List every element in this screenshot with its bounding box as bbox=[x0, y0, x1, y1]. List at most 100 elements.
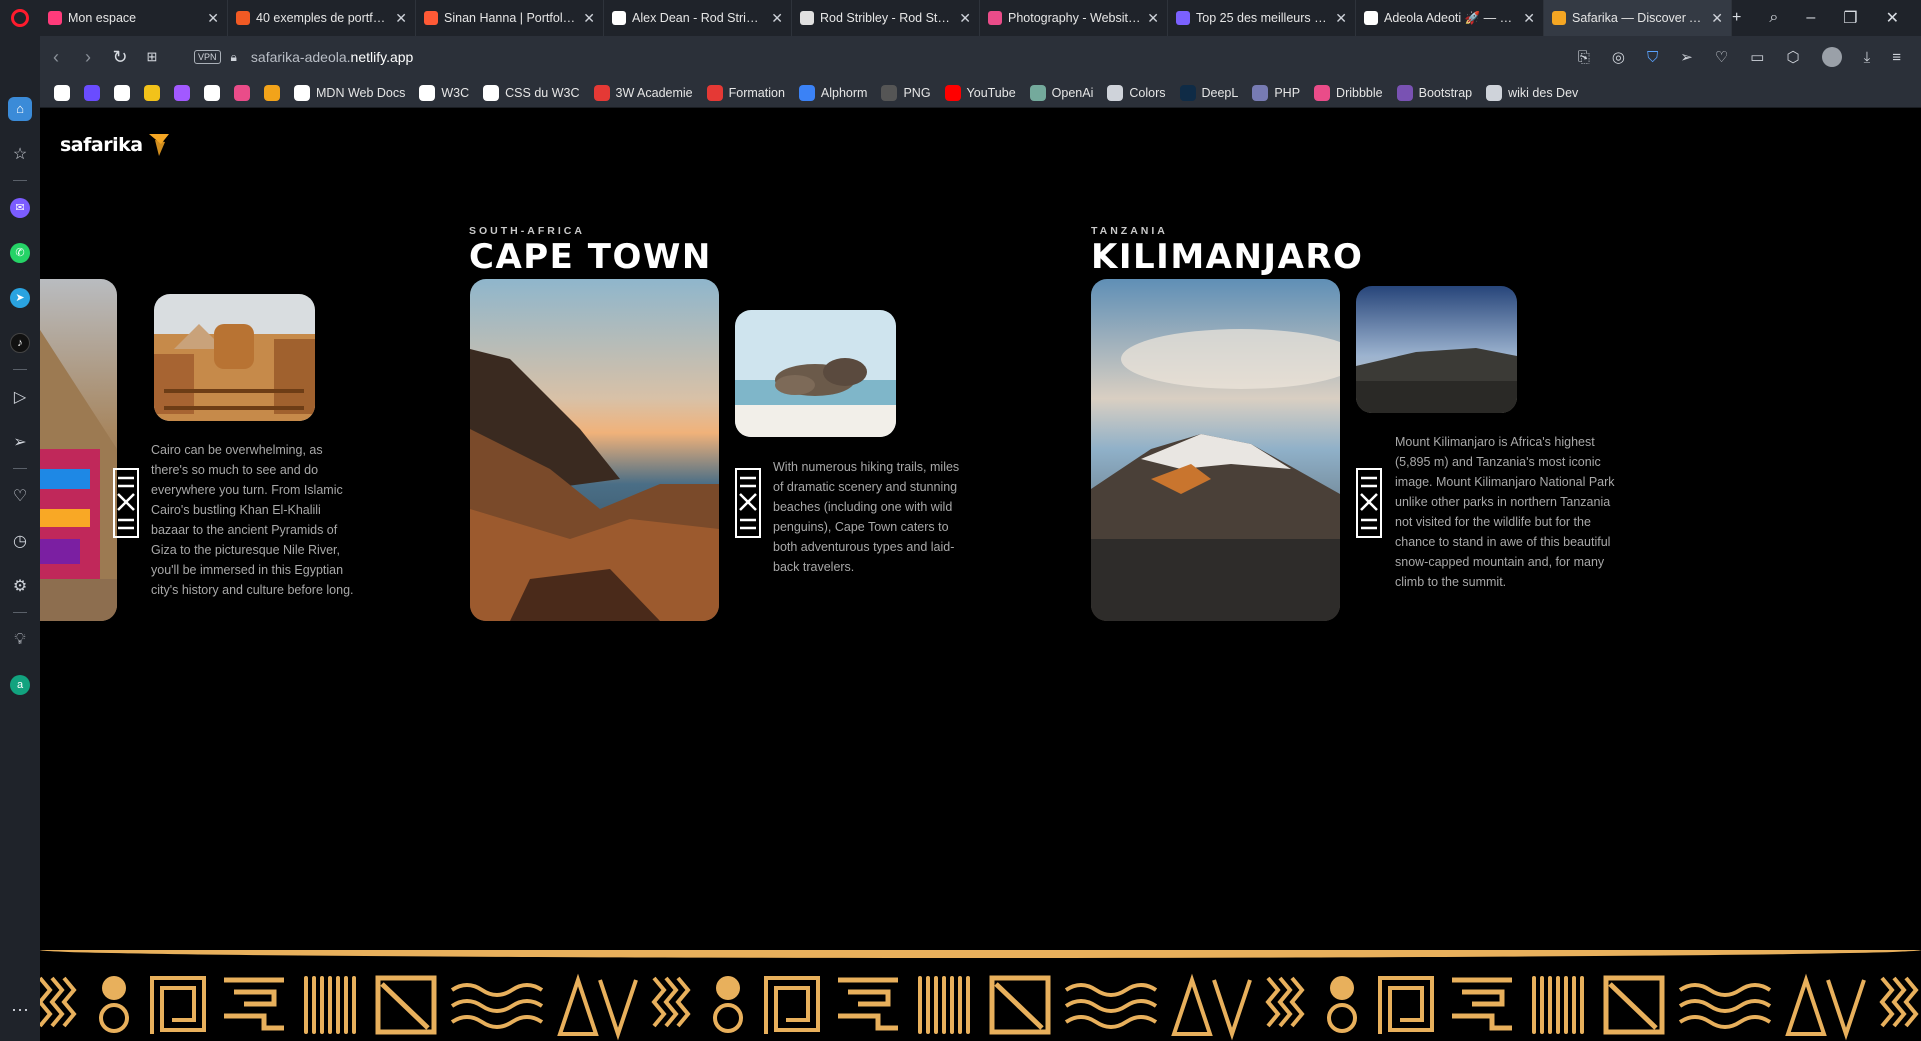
tab[interactable]: Rod Stribley - Rod Strible ✕ bbox=[792, 0, 980, 36]
camera-icon[interactable]: ◎ bbox=[1612, 48, 1625, 66]
bookmark-item[interactable]: CSS du W3C bbox=[483, 84, 580, 101]
pattern-motif bbox=[1064, 983, 1158, 1029]
sidebar-history[interactable]: ◷ bbox=[0, 518, 40, 563]
bookmark-item[interactable] bbox=[144, 84, 160, 101]
close-tab-icon[interactable]: ✕ bbox=[395, 10, 407, 27]
cairo-secondary-photo[interactable] bbox=[154, 294, 315, 421]
bookmark-favicon-icon bbox=[798, 84, 815, 101]
bookmark-item[interactable]: DeepL bbox=[1179, 84, 1238, 101]
bookmark-item[interactable]: wiki des Dev bbox=[1486, 84, 1578, 101]
tab-label: Sinan Hanna | Portfolio - bbox=[444, 11, 578, 25]
sidebar-messenger[interactable]: ✉ bbox=[0, 185, 40, 230]
sidebar-bookmarks[interactable]: ☆ bbox=[0, 131, 40, 176]
close-window-icon[interactable]: ✕ bbox=[1886, 8, 1899, 28]
bookmark-item[interactable] bbox=[204, 84, 220, 101]
opera-logo-icon[interactable] bbox=[0, 0, 40, 36]
bookmark-item[interactable] bbox=[84, 84, 100, 101]
close-tab-icon[interactable]: ✕ bbox=[1523, 10, 1535, 27]
avatar[interactable] bbox=[1821, 47, 1842, 67]
close-tab-icon[interactable]: ✕ bbox=[771, 10, 783, 27]
tab[interactable]: Sinan Hanna | Portfolio - ✕ bbox=[416, 0, 604, 36]
bookmark-item[interactable] bbox=[264, 84, 280, 101]
bookmark-item[interactable] bbox=[54, 84, 70, 101]
close-tab-icon[interactable]: ✕ bbox=[207, 10, 219, 27]
close-tab-icon[interactable]: ✕ bbox=[583, 10, 595, 27]
bookmark-item[interactable]: YouTube bbox=[944, 84, 1016, 101]
tab[interactable]: Safarika — Discover Afric ✕ bbox=[1544, 0, 1732, 36]
bookmark-item[interactable] bbox=[114, 84, 130, 101]
sidebar-flow[interactable]: ➢ bbox=[0, 419, 40, 464]
sidebar-settings[interactable]: ⚙ bbox=[0, 563, 40, 608]
bookmark-item[interactable] bbox=[234, 84, 250, 101]
cube-icon[interactable]: ⬡ bbox=[1786, 48, 1799, 66]
divider bbox=[13, 180, 27, 181]
pattern-motif bbox=[1903, 976, 1919, 1028]
tab[interactable]: Photography - Website C ✕ bbox=[980, 0, 1168, 36]
site-logo[interactable]: safarika bbox=[60, 132, 171, 158]
sidebar-whatsapp[interactable]: ✆ bbox=[0, 230, 40, 275]
sidebar-tiktok[interactable]: ♪ bbox=[0, 320, 40, 365]
sidebar-tips[interactable]: 💡︎ bbox=[0, 617, 40, 662]
workspace-icon[interactable]: ▭ bbox=[1750, 48, 1764, 66]
bookmark-item[interactable]: Alphorm bbox=[798, 84, 867, 101]
bookmark-item[interactable]: OpenAi bbox=[1029, 84, 1093, 101]
tab[interactable]: Mon espace ✕ bbox=[40, 0, 228, 36]
divider bbox=[13, 468, 27, 469]
pattern-motif bbox=[942, 976, 946, 1034]
pattern-motif bbox=[450, 983, 544, 1029]
bookmark-item[interactable]: Dribbble bbox=[1314, 84, 1383, 101]
sidebar-telegram[interactable]: ➤ bbox=[0, 275, 40, 320]
cape-town-secondary-photo[interactable] bbox=[735, 310, 896, 437]
close-tab-icon[interactable]: ✕ bbox=[1711, 10, 1723, 27]
kilimanjaro-main-photo[interactable] bbox=[1091, 279, 1340, 621]
forward-icon[interactable]: › bbox=[72, 47, 104, 68]
bookmark-item[interactable]: Formation bbox=[706, 84, 785, 101]
search-tabs-icon[interactable]: ⌕ bbox=[1769, 9, 1778, 27]
close-tab-icon[interactable]: ✕ bbox=[1335, 10, 1347, 27]
bookmark-item[interactable]: W3C bbox=[419, 84, 469, 101]
tab-favicon-icon bbox=[612, 11, 626, 25]
pattern-border-line bbox=[40, 950, 1921, 958]
tab[interactable]: Adeola Adeoti 🚀 — Fron ✕ bbox=[1356, 0, 1544, 36]
sidebar-home[interactable]: ⌂ bbox=[0, 86, 40, 131]
restore-icon[interactable]: ❐ bbox=[1843, 8, 1857, 28]
bookmark-item[interactable] bbox=[174, 84, 190, 101]
tab-favicon-icon bbox=[800, 11, 814, 25]
bookmark-label: MDN Web Docs bbox=[316, 85, 406, 100]
tab[interactable]: 40 exemples de portfolio ✕ bbox=[228, 0, 416, 36]
heart-icon[interactable]: ♡ bbox=[1715, 48, 1728, 66]
cairo-main-photo[interactable] bbox=[40, 279, 117, 621]
download-icon[interactable]: ⤓ bbox=[1864, 49, 1871, 66]
sidebar-player[interactable]: ▷ bbox=[0, 374, 40, 419]
close-tab-icon[interactable]: ✕ bbox=[959, 10, 971, 27]
tab[interactable]: Alex Dean - Rod Stribley ✕ bbox=[604, 0, 792, 36]
cape-town-main-photo[interactable] bbox=[470, 279, 719, 621]
vpn-badge[interactable]: VPN bbox=[194, 50, 221, 64]
bookmark-item[interactable]: MDN Web Docs bbox=[294, 84, 406, 101]
pattern-motif bbox=[1891, 976, 1907, 1028]
url-field[interactable]: safarika-adeola.netlify.app bbox=[251, 49, 413, 65]
reload-icon[interactable]: ↻ bbox=[104, 47, 136, 68]
close-tab-icon[interactable]: ✕ bbox=[1147, 10, 1159, 27]
bookmark-label: Colors bbox=[1129, 85, 1166, 100]
bookmark-item[interactable]: Colors bbox=[1107, 84, 1166, 101]
more-icon[interactable]: ⋯ bbox=[11, 1000, 29, 1021]
sidebar-aria[interactable]: a bbox=[0, 662, 40, 707]
kilimanjaro-secondary-photo[interactable] bbox=[1356, 286, 1517, 413]
bookmark-item[interactable]: Bootstrap bbox=[1396, 84, 1472, 101]
lock-icon[interactable]: 🔒︎ bbox=[231, 50, 237, 65]
send-icon[interactable]: ➢ bbox=[1680, 48, 1693, 66]
menu-icon[interactable]: ≡ bbox=[1892, 49, 1901, 66]
bookmark-item[interactable]: PNG bbox=[881, 84, 931, 101]
bookmark-item[interactable]: 3W Academie bbox=[593, 84, 693, 101]
shield-icon[interactable]: ⛉ bbox=[1647, 49, 1658, 66]
minimize-icon[interactable]: – bbox=[1806, 9, 1815, 27]
grid-icon[interactable]: ⊞ bbox=[136, 49, 168, 65]
snapshot-icon[interactable]: ⎘ bbox=[1578, 49, 1590, 66]
bookmark-item[interactable]: PHP bbox=[1252, 84, 1300, 101]
sidebar-pinboard[interactable]: ♡ bbox=[0, 473, 40, 518]
pattern-motif bbox=[1826, 979, 1866, 1041]
tab[interactable]: Top 25 des meilleurs port ✕ bbox=[1168, 0, 1356, 36]
new-tab-button[interactable]: + bbox=[1732, 9, 1741, 27]
back-icon[interactable]: ‹ bbox=[40, 47, 72, 68]
